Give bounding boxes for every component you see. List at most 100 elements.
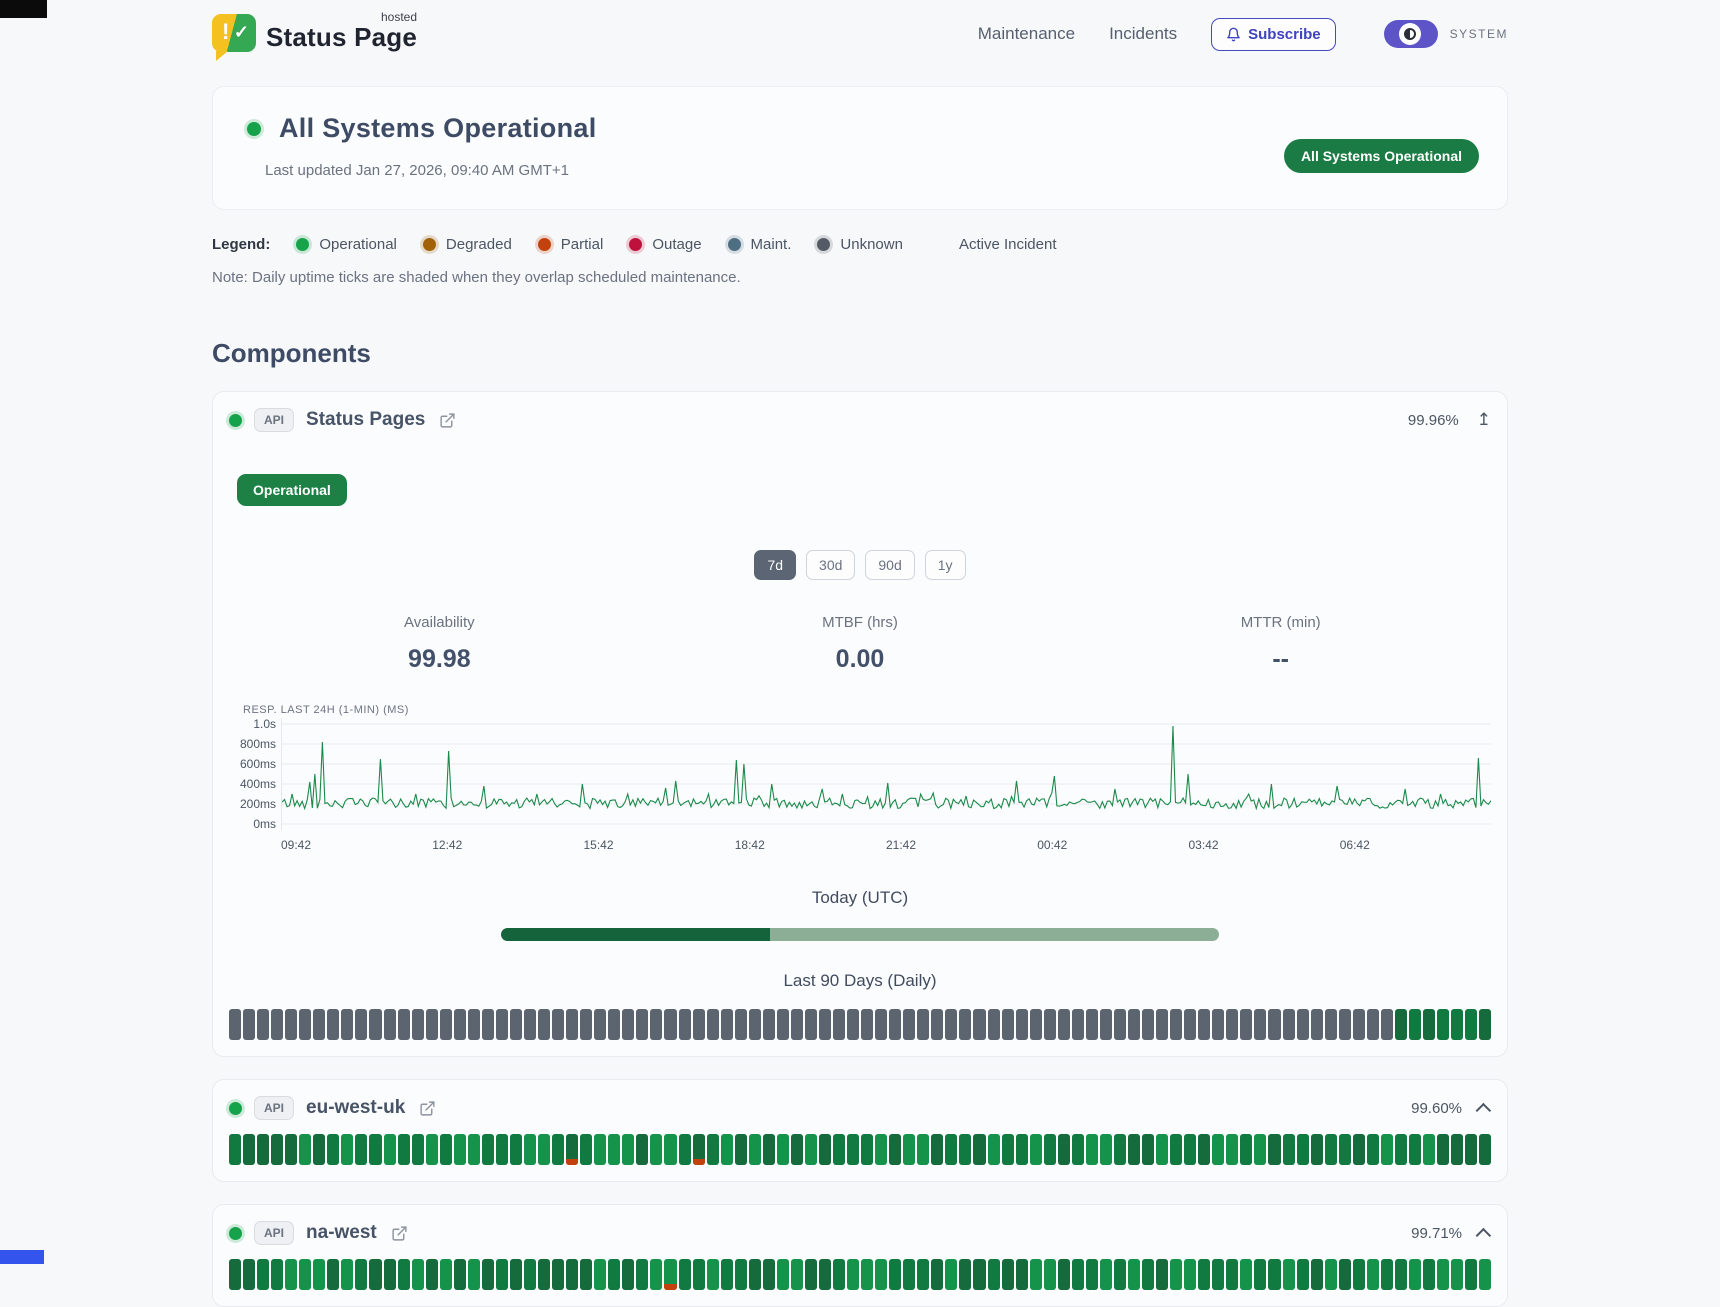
uptime-day-tick[interactable] [1240,1134,1252,1165]
range-button-1y[interactable]: 1y [925,550,966,580]
uptime-day-tick[interactable] [650,1134,662,1165]
uptime-day-tick[interactable] [482,1009,494,1040]
uptime-day-tick[interactable] [749,1009,761,1040]
uptime-day-tick[interactable] [1451,1009,1463,1040]
uptime-day-tick[interactable] [1156,1134,1168,1165]
uptime-day-tick[interactable] [440,1134,452,1165]
uptime-day-tick[interactable] [679,1009,691,1040]
uptime-day-tick[interactable] [707,1134,719,1165]
uptime-day-tick[interactable] [594,1009,606,1040]
uptime-day-tick[interactable] [791,1009,803,1040]
uptime-day-tick[interactable] [1100,1134,1112,1165]
uptime-day-tick[interactable] [271,1009,283,1040]
uptime-day-tick[interactable] [1170,1009,1182,1040]
uptime-day-tick[interactable] [1058,1009,1070,1040]
uptime-day-tick[interactable] [398,1009,410,1040]
uptime-day-tick[interactable] [917,1009,929,1040]
uptime-day-tick[interactable] [341,1009,353,1040]
uptime-day-tick[interactable] [1072,1009,1084,1040]
uptime-day-tick[interactable] [650,1009,662,1040]
uptime-day-tick[interactable] [988,1009,1000,1040]
uptime-day-tick[interactable] [636,1134,648,1165]
uptime-day-tick[interactable] [1409,1009,1421,1040]
chart-plot-area[interactable]: 1.0s800ms600ms400ms200ms0ms [281,718,1491,830]
uptime-day-tick[interactable] [1465,1009,1477,1040]
uptime-day-tick[interactable] [454,1009,466,1040]
uptime-day-tick[interactable] [580,1134,592,1165]
uptime-day-tick[interactable] [959,1009,971,1040]
uptime-day-tick[interactable] [1114,1009,1126,1040]
uptime-day-tick[interactable] [1240,1009,1252,1040]
uptime-day-tick[interactable] [1128,1134,1140,1165]
uptime-day-tick[interactable] [819,1009,831,1040]
uptime-day-tick[interactable] [791,1134,803,1165]
uptime-day-tick[interactable] [931,1134,943,1165]
uptime-day-tick[interactable] [496,1009,508,1040]
uptime-day-tick[interactable] [875,1134,887,1165]
uptime-day-tick[interactable] [777,1009,789,1040]
uptime-day-tick[interactable] [1114,1134,1126,1165]
uptime-day-tick[interactable] [1437,1009,1449,1040]
uptime-day-tick[interactable] [664,1134,676,1165]
uptime-day-tick[interactable] [1058,1134,1070,1165]
expand-chevron-icon[interactable] [1476,1102,1492,1118]
uptime-day-tick[interactable] [468,1134,480,1165]
theme-toggle[interactable] [1384,20,1438,48]
today-progress-bar[interactable] [501,928,1219,941]
uptime-day-tick[interactable] [1002,1134,1014,1165]
uptime-day-tick[interactable] [524,1009,536,1040]
uptime-day-tick[interactable] [327,1009,339,1040]
uptime-day-tick[interactable] [1184,1134,1196,1165]
uptime-day-tick[interactable] [1409,1134,1421,1165]
uptime-day-tick[interactable] [1395,1134,1407,1165]
uptime-day-tick[interactable] [384,1134,396,1165]
uptime-day-tick[interactable] [903,1009,915,1040]
uptime-day-tick[interactable] [679,1134,691,1165]
uptime-day-tick[interactable] [931,1009,943,1040]
uptime-day-tick[interactable] [833,1134,845,1165]
uptime-day-tick[interactable] [1479,1134,1491,1165]
uptime-day-tick[interactable] [945,1009,957,1040]
uptime-day-tick[interactable] [1226,1009,1238,1040]
uptime-day-tick[interactable] [566,1009,578,1040]
uptime-day-tick[interactable] [636,1009,648,1040]
uptime-day-tick[interactable] [552,1009,564,1040]
uptime-day-tick[interactable] [805,1134,817,1165]
uptime-day-tick[interactable] [1423,1009,1435,1040]
uptime-day-tick[interactable] [1283,1009,1295,1040]
uptime-day-tick[interactable] [1086,1134,1098,1165]
uptime-day-tick[interactable] [847,1134,859,1165]
uptime-day-tick[interactable] [538,1009,550,1040]
uptime-day-tick[interactable] [693,1009,705,1040]
uptime-day-tick[interactable] [889,1134,901,1165]
component-header[interactable]: API eu-west-uk 99.60% [229,1096,1491,1120]
uptime-day-tick[interactable] [327,1134,339,1165]
uptime-day-tick[interactable] [313,1009,325,1040]
uptime-day-tick[interactable] [566,1134,578,1165]
uptime-day-tick[interactable] [1325,1134,1337,1165]
uptime-day-tick[interactable] [1226,1134,1238,1165]
uptime-day-tick[interactable] [1030,1009,1042,1040]
uptime-day-tick[interactable] [875,1009,887,1040]
uptime-day-tick[interactable] [1465,1134,1477,1165]
uptime-day-tick[interactable] [1142,1009,1154,1040]
uptime-day-tick[interactable] [861,1134,873,1165]
uptime-day-tick[interactable] [440,1009,452,1040]
uptime-day-tick[interactable] [482,1134,494,1165]
uptime-day-tick[interactable] [1283,1134,1295,1165]
range-button-90d[interactable]: 90d [865,550,914,580]
uptime-day-tick[interactable] [735,1009,747,1040]
uptime-day-tick[interactable] [959,1134,971,1165]
uptime-day-tick[interactable] [1198,1009,1210,1040]
uptime-day-tick[interactable] [1339,1134,1351,1165]
collapse-arrow-icon[interactable]: ↥ [1477,410,1491,430]
uptime-day-tick[interactable] [1086,1009,1098,1040]
uptime-day-tick[interactable] [1325,1009,1337,1040]
uptime-day-tick[interactable] [707,1009,719,1040]
uptime-day-tick[interactable] [1451,1134,1463,1165]
nav-incidents[interactable]: Incidents [1109,24,1177,44]
uptime-day-tick[interactable] [664,1009,676,1040]
uptime-day-tick[interactable] [721,1009,733,1040]
uptime-day-tick[interactable] [1254,1134,1266,1165]
uptime-day-tick[interactable] [1016,1134,1028,1165]
